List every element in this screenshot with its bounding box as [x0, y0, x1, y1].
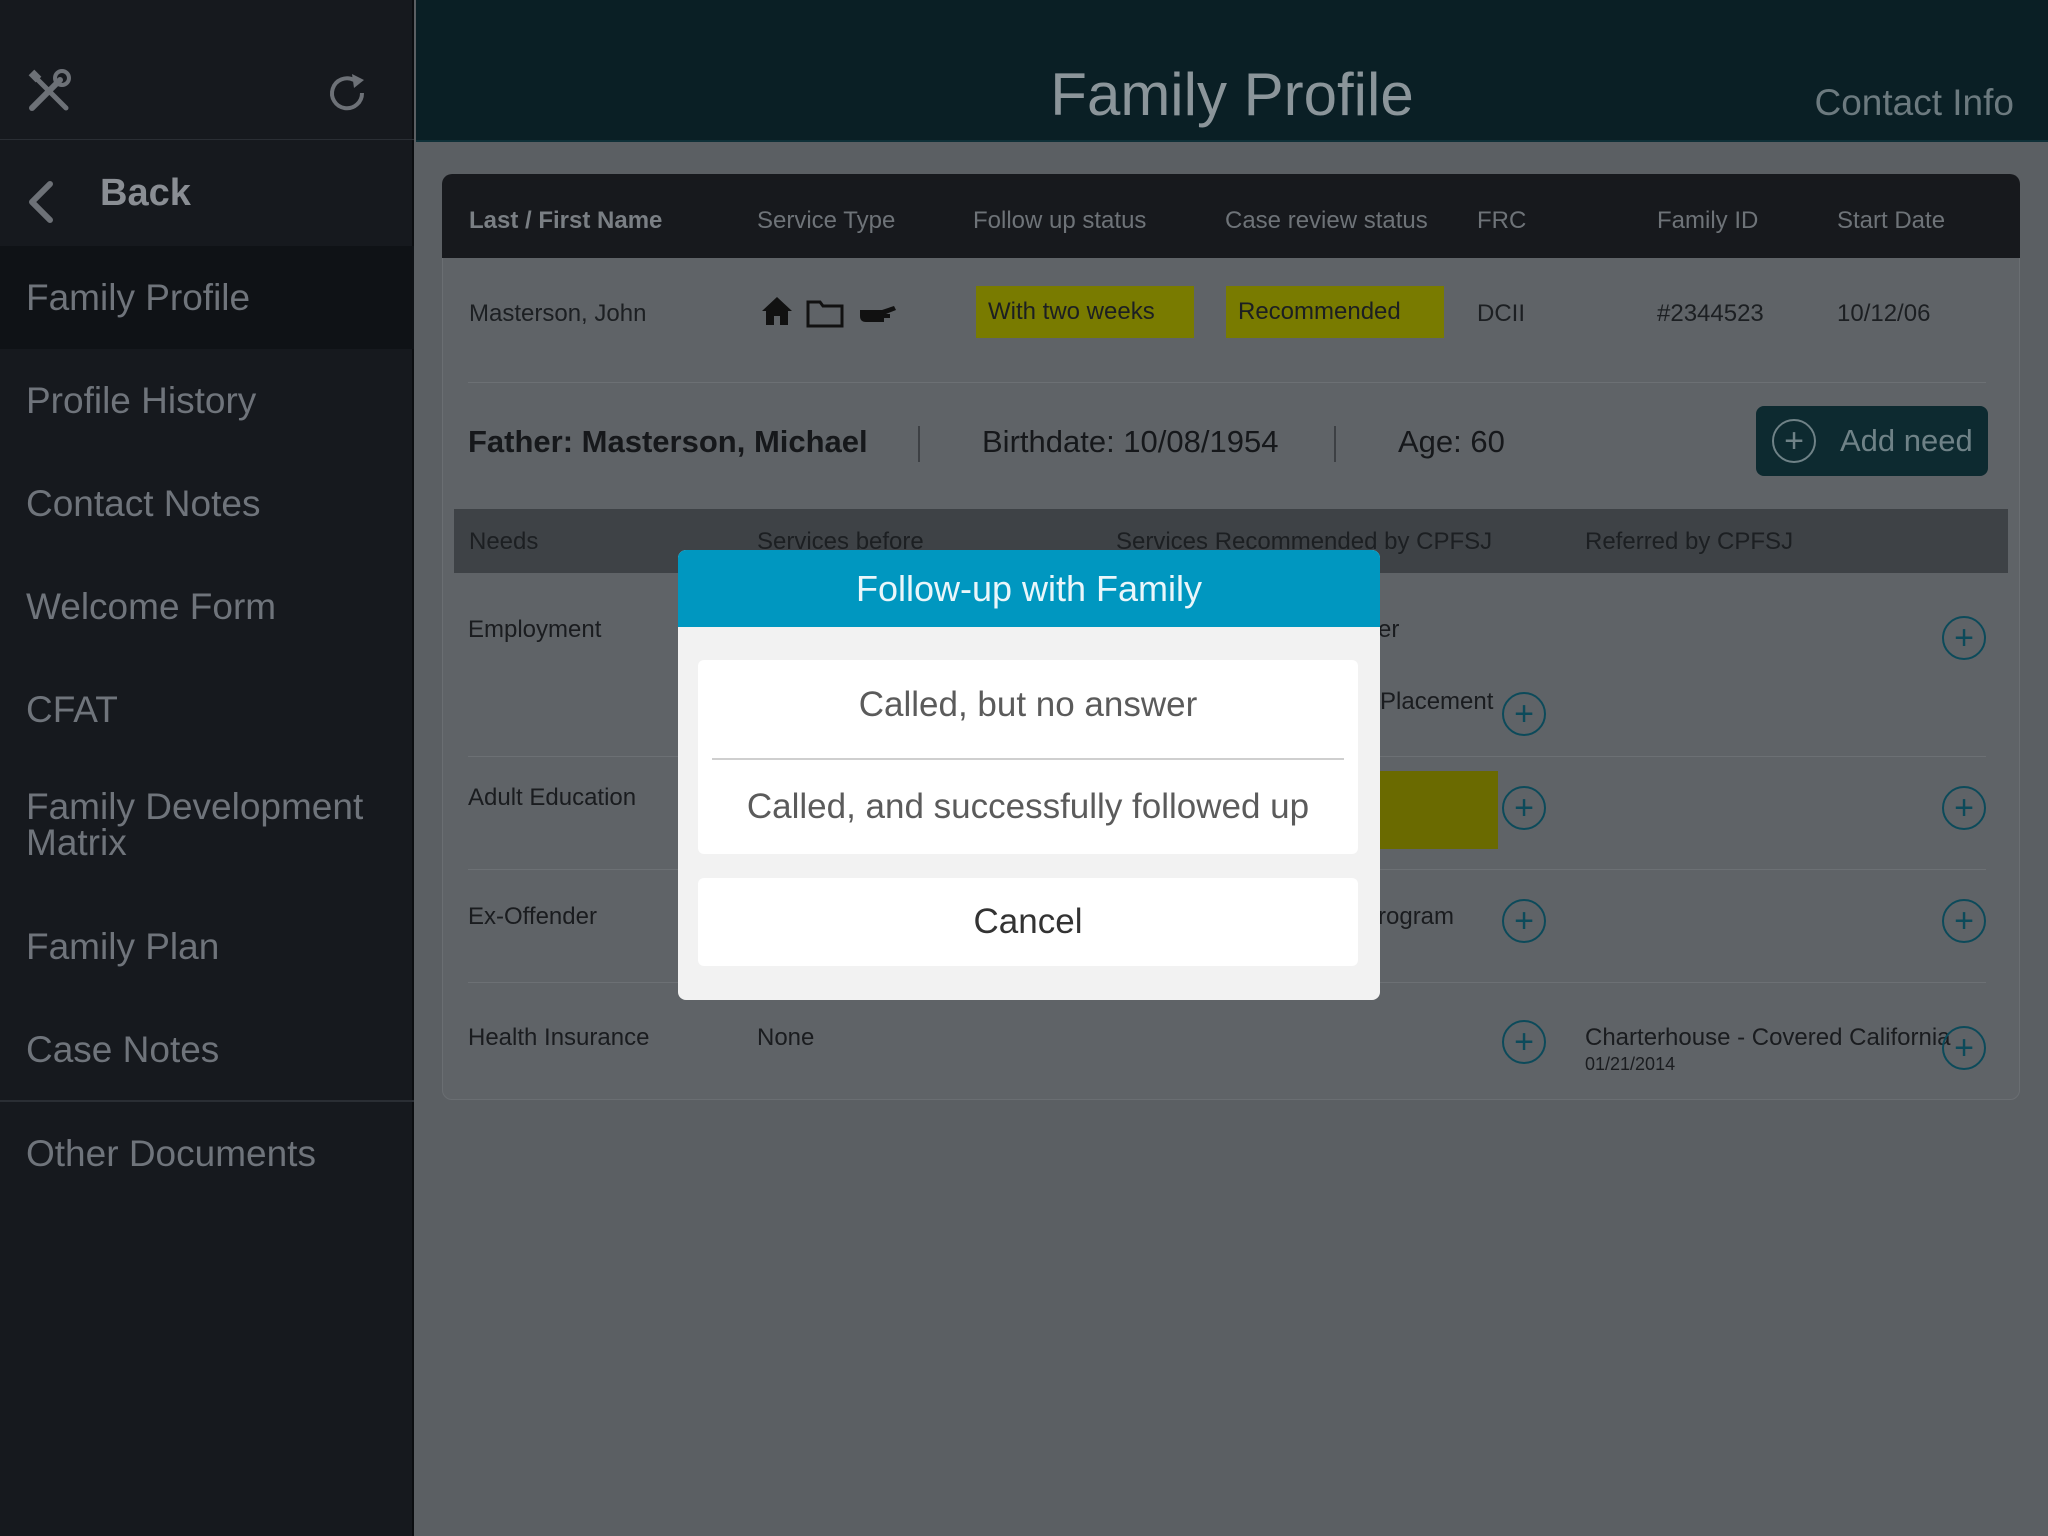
frc-value: DCII [1477, 300, 1525, 327]
referred-date: 01/21/2014 [1585, 1054, 1676, 1074]
separator [1334, 426, 1336, 462]
sidebar-item-family-plan[interactable]: Family Plan [0, 895, 414, 998]
member-birthdate: Birthdate: 10/08/1954 [982, 424, 1279, 459]
need-employment: Employment [468, 616, 602, 643]
add-recommended-button[interactable]: + [1502, 1020, 1546, 1064]
need-health-insurance: Health Insurance [468, 1024, 650, 1051]
sidebar-item-family-profile[interactable]: Family Profile [0, 246, 414, 349]
col-header-needs: Needs [469, 528, 539, 555]
referred-value: Charterhouse - Covered California [1585, 1024, 1951, 1051]
col-header-service-type: Service Type [757, 207, 896, 234]
refresh-icon[interactable] [324, 70, 370, 116]
back-button[interactable] [0, 140, 414, 246]
sidebar-item-case-notes[interactable]: Case Notes [0, 998, 414, 1101]
col-header-name: Last / First Name [469, 207, 663, 234]
sidebar-item-family-development-matrix[interactable]: Family Development Matrix [0, 760, 380, 890]
separator [918, 426, 920, 462]
sidebar-item-cfat[interactable]: CFAT [0, 658, 414, 761]
recommended-partial-text: Placement [1380, 688, 1494, 715]
sidebar-item-other-documents[interactable]: Other Documents [0, 1102, 414, 1205]
add-referral-button[interactable]: + [1942, 616, 1986, 660]
page-title: Family Profile [1050, 61, 1414, 128]
top-header: Family Profile Contact Info [416, 0, 2048, 142]
case-review-status-badge[interactable]: Recommended [1226, 286, 1444, 338]
col-header-start-date: Start Date [1837, 207, 1946, 234]
sidebar: Back Family Profile Profile History Cont… [0, 0, 414, 1536]
member-name: Father: Masterson, Michael [468, 424, 868, 459]
hand-icon [858, 300, 898, 326]
col-header-follow-up: Follow up status [973, 207, 1147, 234]
col-header-case-review: Case review status [1225, 207, 1428, 234]
family-id-value: #2344523 [1657, 300, 1764, 327]
start-date-value: 10/12/06 [1837, 300, 1931, 327]
sidebar-item-welcome-form[interactable]: Welcome Form [0, 555, 414, 658]
cancel-card: Cancel [698, 878, 1358, 966]
sidebar-item-contact-notes[interactable]: Contact Notes [0, 452, 414, 555]
highlighted-service[interactable] [1376, 771, 1498, 849]
col-header-frc: FRC [1477, 207, 1527, 234]
member-age: Age: 60 [1398, 424, 1505, 459]
recommended-partial-text: rogram [1378, 903, 1455, 930]
option-divider [712, 758, 1344, 760]
add-need-label: Add need [1840, 423, 1973, 458]
need-adult-education: Adult Education [468, 784, 637, 811]
add-recommended-button[interactable]: + [1502, 899, 1546, 943]
family-name: Masterson, John [469, 300, 647, 327]
need-ex-offender: Ex-Offender [468, 903, 597, 930]
options-group: Called, but no answer Called, and succes… [698, 660, 1358, 854]
add-recommended-button[interactable]: + [1502, 692, 1546, 736]
contact-info-link[interactable]: Contact Info [1814, 82, 2014, 124]
dialog-title: Follow-up with Family [678, 550, 1380, 627]
add-need-button[interactable]: + Add need [1756, 406, 1988, 476]
folder-icon [806, 296, 844, 328]
option-called-no-answer[interactable]: Called, but no answer [698, 660, 1358, 750]
house-icon [760, 294, 794, 328]
option-called-followed-up[interactable]: Called, and successfully followed up [698, 762, 1358, 852]
sidebar-item-profile-history[interactable]: Profile History [0, 349, 414, 452]
services-before-value: None [757, 1024, 815, 1051]
follow-up-status-badge[interactable]: With two weeks [976, 286, 1194, 338]
add-referral-button[interactable]: + [1942, 899, 1986, 943]
col-header-family-id: Family ID [1657, 207, 1759, 234]
add-referral-button[interactable]: + [1942, 786, 1986, 830]
cancel-button[interactable]: Cancel [698, 878, 1358, 966]
col-header-referred: Referred by CPFSJ [1585, 528, 1794, 555]
add-referral-button[interactable]: + [1942, 1026, 1986, 1070]
back-label: Back [100, 172, 191, 214]
tools-icon[interactable] [26, 68, 72, 114]
add-recommended-button[interactable]: + [1502, 786, 1546, 830]
recommended-partial-text: er [1378, 616, 1400, 643]
plus-circle-icon: + [1772, 419, 1816, 463]
follow-up-dialog: Follow-up with Family Called, but no ans… [678, 550, 1380, 1000]
chevron-left-icon [26, 180, 56, 224]
row-divider [468, 382, 1986, 383]
